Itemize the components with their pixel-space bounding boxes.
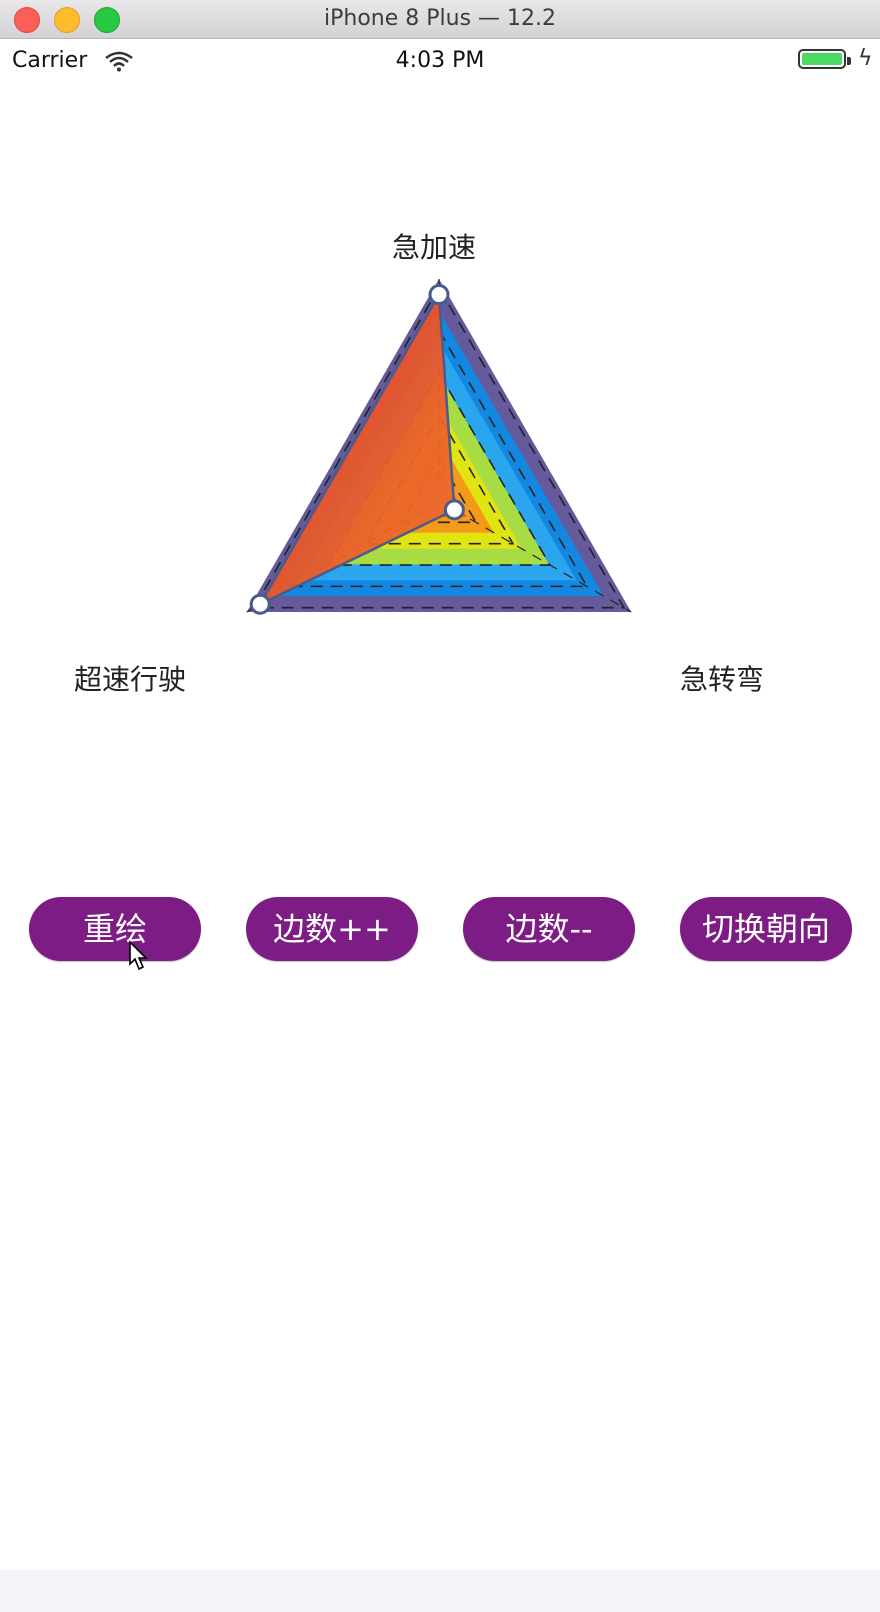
axis-label-acceleration: 急加速 bbox=[392, 231, 477, 264]
axis-label-sharp-turn: 急转弯 bbox=[680, 663, 765, 696]
radar-chart bbox=[246, 279, 632, 615]
toggle-orientation-button[interactable]: 切换朝向 bbox=[680, 897, 852, 961]
axis-label-speeding: 超速行驶 bbox=[74, 663, 187, 696]
radar-data-point[interactable] bbox=[249, 593, 271, 615]
sides-decrease-button[interactable]: 边数-- bbox=[463, 897, 635, 961]
mouse-pointer-icon bbox=[129, 940, 148, 971]
radar-data-point[interactable] bbox=[443, 499, 465, 521]
home-indicator-area bbox=[0, 1570, 880, 1612]
radar-data-point[interactable] bbox=[428, 284, 450, 306]
sides-increase-button[interactable]: 边数++ bbox=[246, 897, 418, 961]
redraw-button[interactable]: 重绘 bbox=[29, 897, 201, 961]
